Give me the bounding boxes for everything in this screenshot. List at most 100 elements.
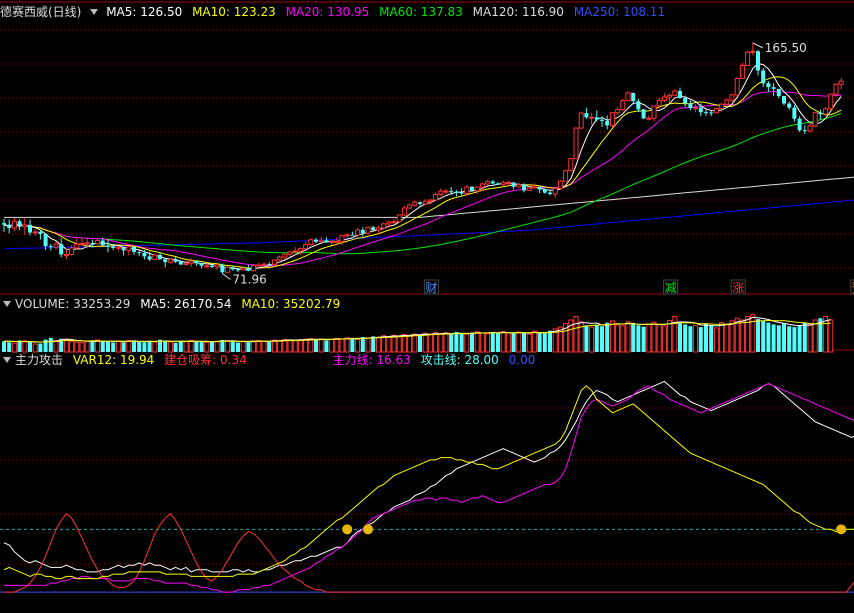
volume-bar <box>709 325 714 352</box>
candle <box>251 265 257 272</box>
candle <box>739 64 745 79</box>
volume-bar <box>443 332 449 353</box>
volume-bar <box>750 314 756 353</box>
volume-bar <box>292 340 298 353</box>
volume-bar <box>600 326 604 352</box>
candle <box>761 70 766 84</box>
volume-bar <box>121 342 126 352</box>
candle <box>137 252 142 254</box>
volume-bar <box>282 339 288 353</box>
volume-bar <box>693 324 699 353</box>
candle <box>557 180 563 189</box>
volume-bar <box>688 326 693 352</box>
volume-bar <box>106 341 110 352</box>
candle <box>84 242 90 245</box>
volume-bar <box>95 339 101 353</box>
volume-bar <box>38 343 43 352</box>
volume-bar <box>724 323 730 353</box>
candle <box>17 221 22 227</box>
candle <box>386 221 392 225</box>
candle <box>828 93 834 110</box>
volume-bar <box>609 320 615 353</box>
volume-bar <box>74 341 80 353</box>
volume-bar <box>807 323 813 353</box>
volume-bar <box>454 332 459 352</box>
candle <box>511 182 516 187</box>
volume-bar <box>433 331 439 353</box>
volume-bar <box>344 337 350 353</box>
candle <box>578 112 584 129</box>
candle <box>724 99 730 105</box>
candle <box>360 229 365 234</box>
candle <box>183 262 189 266</box>
candle <box>418 202 422 204</box>
volume-bar <box>188 339 194 353</box>
volume-bar <box>620 325 626 353</box>
candle <box>537 186 542 190</box>
candle <box>548 192 552 195</box>
candle <box>303 244 309 250</box>
volume-bar <box>2 341 6 352</box>
candle <box>167 258 173 263</box>
candle <box>329 240 335 243</box>
candle <box>371 227 376 231</box>
volume-bar <box>802 322 807 352</box>
volume-bar <box>360 337 365 352</box>
money-bag-icon <box>342 524 353 535</box>
volume-bar <box>22 340 28 353</box>
volume-bar <box>236 342 240 352</box>
money-bag-icon <box>363 524 373 535</box>
volume-bar <box>251 340 257 353</box>
candle <box>396 214 402 223</box>
candle <box>339 235 345 242</box>
volume-bar <box>500 331 506 353</box>
volume-bar <box>636 325 641 352</box>
candle <box>713 108 719 114</box>
candle <box>365 226 371 234</box>
volume-bar <box>261 341 267 353</box>
volume-bar <box>438 333 444 353</box>
candle <box>11 220 17 229</box>
candle <box>734 77 740 96</box>
candle <box>142 253 147 257</box>
volume-bar <box>766 322 771 352</box>
candle <box>438 190 444 196</box>
candle <box>95 239 101 245</box>
volume-bar <box>641 326 646 352</box>
volume-bar <box>656 324 662 353</box>
candle <box>818 112 823 115</box>
volume-bar <box>355 338 361 353</box>
candle <box>526 187 532 191</box>
volume-bar <box>479 332 485 353</box>
volume-bar <box>526 333 532 353</box>
volume-bar <box>334 337 340 353</box>
volume-bar <box>573 315 579 353</box>
candle <box>636 101 641 110</box>
candle <box>704 112 708 114</box>
candle <box>470 186 474 191</box>
volume-bar <box>163 340 168 352</box>
candle <box>812 112 818 127</box>
candle <box>292 250 298 253</box>
candle <box>594 117 599 120</box>
volume-bar <box>678 322 682 352</box>
candle <box>646 117 652 120</box>
volume-bar <box>511 333 516 352</box>
candle <box>776 88 781 97</box>
ma20-line <box>3 90 842 267</box>
volume-bar <box>371 336 376 352</box>
volume-bar <box>111 342 116 352</box>
candle <box>63 253 69 256</box>
volume-bar <box>314 339 318 352</box>
candle <box>277 256 283 261</box>
stock-chart[interactable]: 165.5071.96财减涨预 <box>0 0 854 613</box>
volume-bar <box>625 321 631 353</box>
candle <box>672 90 678 96</box>
volume-bar <box>17 340 22 352</box>
candle <box>271 259 277 266</box>
candle <box>188 260 194 264</box>
candle <box>163 259 168 263</box>
volume-bar <box>412 333 418 353</box>
candle <box>79 242 85 245</box>
candle <box>651 105 657 119</box>
